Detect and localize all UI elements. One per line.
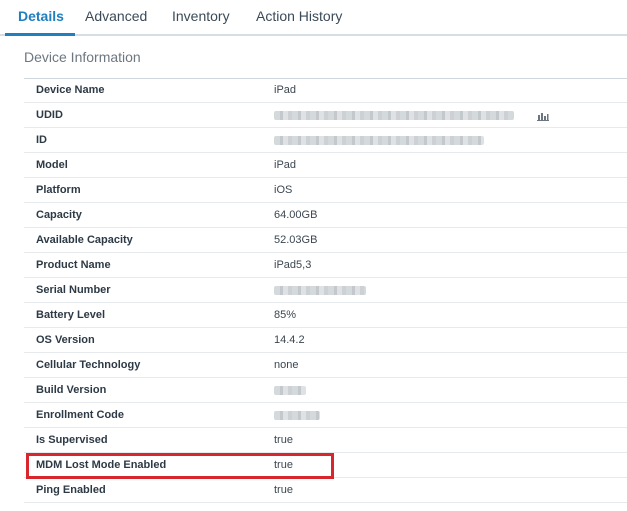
active-tab-indicator — [5, 33, 75, 36]
row-value: iOS — [274, 184, 293, 196]
row-label: Serial Number — [36, 284, 111, 296]
row-label: Ping Enabled — [36, 484, 106, 496]
row-label: ID — [36, 134, 47, 146]
redacted-value — [274, 411, 320, 420]
row-build-version: Build Version — [24, 378, 627, 403]
row-label: Capacity — [36, 209, 82, 221]
tab-inventory[interactable]: Inventory — [172, 8, 230, 24]
row-label: Battery Level — [36, 309, 106, 321]
row-label: UDID — [36, 109, 63, 121]
row-label: Device Name — [36, 84, 105, 96]
device-information-panel: Device Information Device Name iPad UDID… — [7, 37, 627, 511]
row-label: Is Supervised — [36, 434, 108, 446]
row-value: true — [274, 434, 293, 446]
row-is-supervised: Is Supervised true — [24, 428, 627, 453]
device-info-table: Device Name iPad UDID ID Model iPad Plat… — [24, 78, 627, 503]
row-mdm-lost-mode-enabled: MDM Lost Mode Enabled true — [24, 453, 627, 478]
row-value: iPad — [274, 84, 297, 96]
row-battery-level: Battery Level 85% — [24, 303, 627, 328]
redacted-value — [274, 111, 514, 120]
row-label: Available Capacity — [36, 234, 133, 246]
row-device-name: Device Name iPad — [24, 78, 627, 103]
row-serial-number: Serial Number — [24, 278, 627, 303]
row-value: true — [274, 484, 293, 496]
row-ping-enabled: Ping Enabled true — [24, 478, 627, 503]
row-os-version: OS Version 14.4.2 — [24, 328, 627, 353]
row-product-name: Product Name iPad5,3 — [24, 253, 627, 278]
row-label: Platform — [36, 184, 81, 196]
row-capacity: Capacity 64.00GB — [24, 203, 627, 228]
bar-chart-icon[interactable] — [537, 111, 549, 121]
redacted-value — [274, 386, 306, 395]
row-label: Model — [36, 159, 68, 171]
tab-action-history[interactable]: Action History — [256, 8, 342, 24]
row-id: ID — [24, 128, 627, 153]
row-value: 52.03GB — [274, 234, 318, 246]
tab-advanced[interactable]: Advanced — [85, 8, 147, 24]
row-value: iPad5,3 — [274, 259, 312, 271]
row-label: Enrollment Code — [36, 409, 125, 421]
row-label: OS Version — [36, 334, 95, 346]
row-value: iPad — [274, 159, 297, 171]
row-value: true — [274, 459, 293, 471]
row-label: MDM Lost Mode Enabled — [36, 459, 167, 471]
redacted-value — [274, 286, 366, 295]
row-enrollment-code: Enrollment Code — [24, 403, 627, 428]
panel-title: Device Information — [24, 49, 141, 65]
row-value: none — [274, 359, 299, 371]
tab-bar: Details Advanced Inventory Action Histor… — [0, 0, 627, 36]
row-label: Build Version — [36, 384, 107, 396]
row-udid: UDID — [24, 103, 627, 128]
row-label: Cellular Technology — [36, 359, 141, 371]
row-platform: Platform iOS — [24, 178, 627, 203]
row-label: Product Name — [36, 259, 111, 271]
row-cellular-technology: Cellular Technology none — [24, 353, 627, 378]
row-value: 85% — [274, 309, 297, 321]
redacted-value — [274, 136, 484, 145]
row-available-capacity: Available Capacity 52.03GB — [24, 228, 627, 253]
tab-details[interactable]: Details — [18, 8, 64, 24]
row-value: 14.4.2 — [274, 334, 305, 346]
row-model: Model iPad — [24, 153, 627, 178]
row-value: 64.00GB — [274, 209, 318, 221]
